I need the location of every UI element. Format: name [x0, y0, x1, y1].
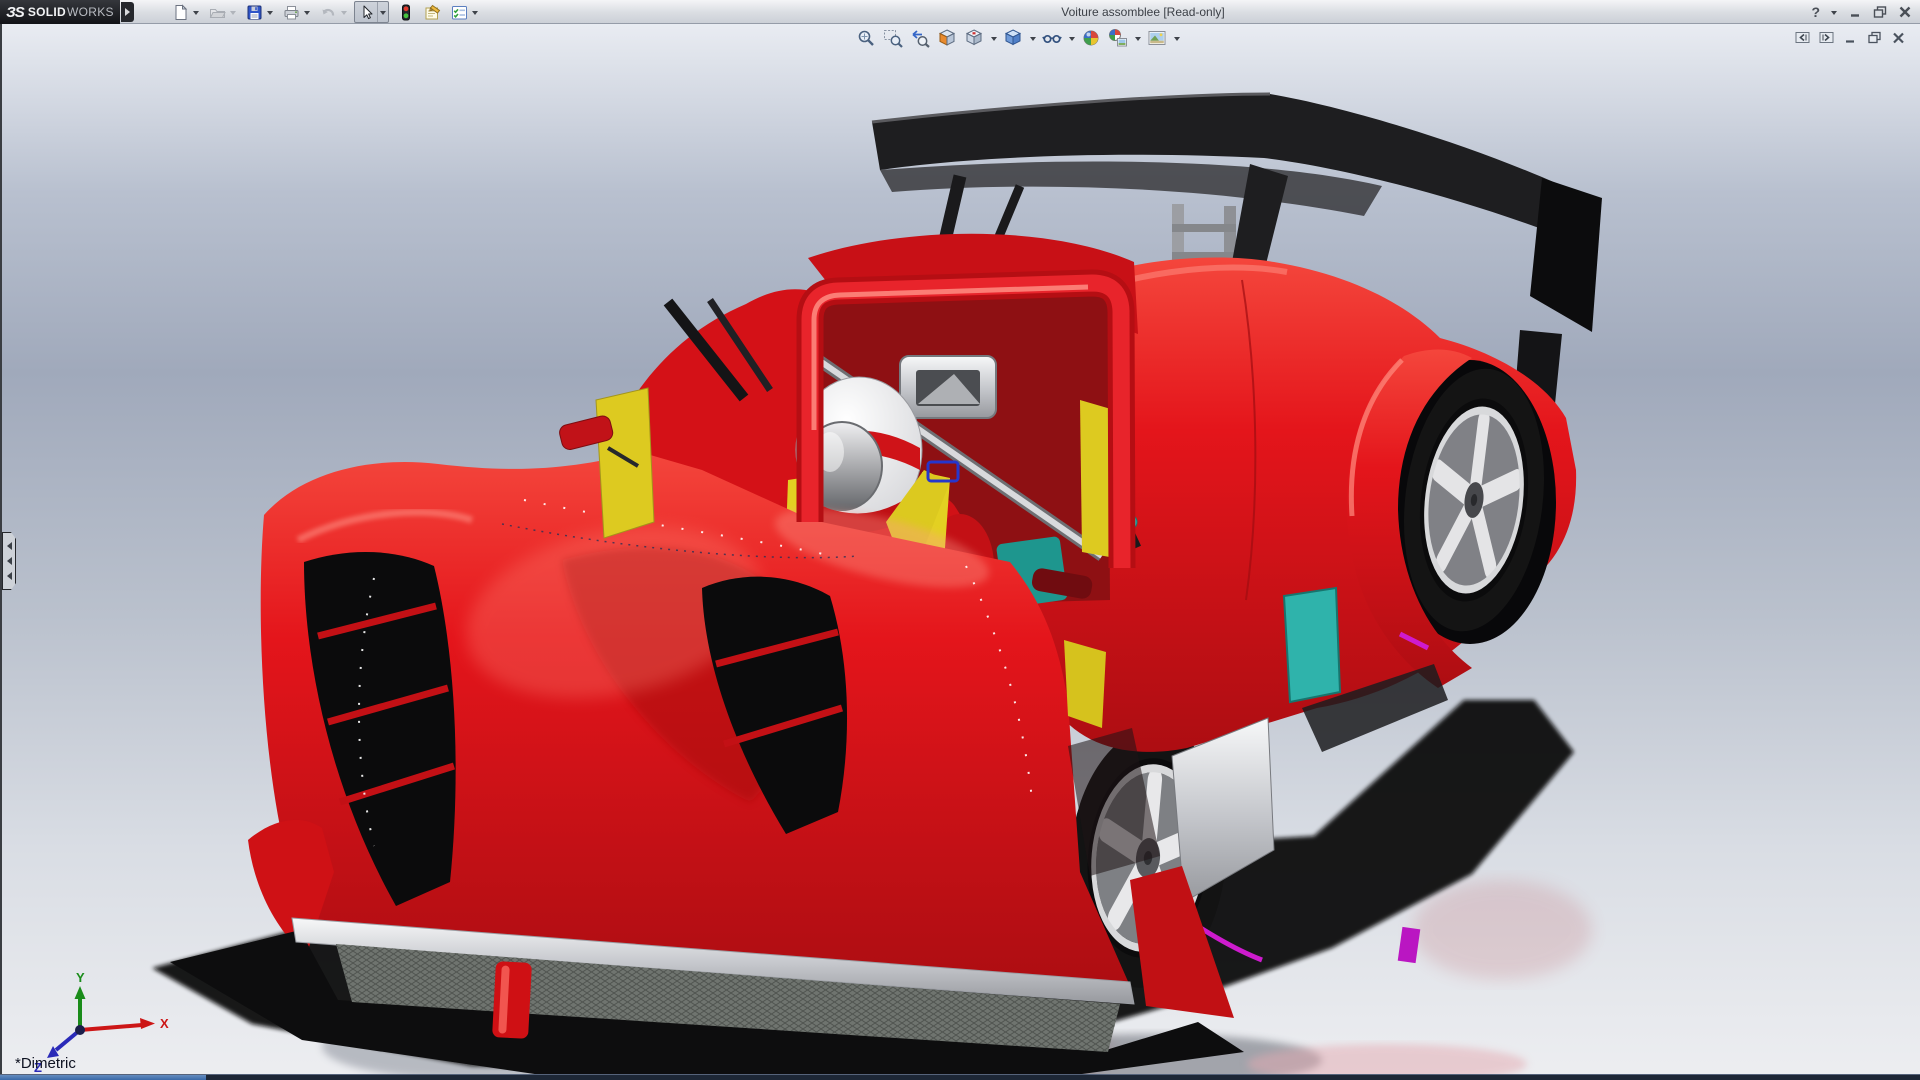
new-document-icon — [172, 4, 189, 21]
view-orientation-dropdown[interactable] — [989, 27, 998, 49]
yellow-panel-left — [596, 388, 654, 538]
intake-box — [900, 356, 996, 418]
apply-scene-dropdown[interactable] — [1133, 27, 1142, 49]
document-window-controls — [1794, 29, 1906, 45]
close-document-button[interactable] — [1890, 29, 1906, 45]
print-icon — [283, 4, 300, 21]
view-orientation-label: *Dimetric — [15, 1055, 76, 1072]
collapse-arrow-icon — [3, 557, 12, 565]
zoom-to-fit-button[interactable] — [854, 27, 878, 49]
restore-document-icon — [1867, 30, 1882, 45]
split-pane-left-icon — [1795, 30, 1810, 45]
minimize-document-button[interactable] — [1842, 29, 1858, 45]
restore-button[interactable] — [1873, 5, 1887, 19]
minimize-document-icon — [1843, 30, 1858, 45]
undo-icon — [320, 4, 337, 21]
previous-view-icon — [910, 28, 930, 48]
zoom-to-area-button[interactable] — [881, 27, 905, 49]
split-pane-left-button[interactable] — [1794, 29, 1810, 45]
display-style-icon — [1003, 28, 1023, 48]
options-icon — [451, 4, 468, 21]
help-dropdown[interactable] — [1831, 11, 1837, 18]
edit-appearance-button[interactable] — [1079, 27, 1103, 49]
previous-view-button[interactable] — [908, 27, 932, 49]
select-button[interactable] — [355, 2, 377, 22]
solidworks-logo-bold: SOLID — [28, 5, 66, 19]
save-icon — [246, 4, 263, 21]
solidworks-logo: ЗS SOLID WORKS — [0, 0, 120, 24]
zoom-to-fit-icon — [856, 28, 876, 48]
restore-document-button[interactable] — [1866, 29, 1882, 45]
window-title: Voiture assomblee [Read-only] — [1061, 5, 1224, 19]
print-button[interactable] — [280, 2, 302, 22]
save-button[interactable] — [243, 2, 265, 22]
open-dropdown[interactable] — [228, 2, 238, 22]
flyout-arrow-icon — [125, 8, 134, 16]
hide-show-items-dropdown[interactable] — [1067, 27, 1076, 49]
save-dropdown[interactable] — [265, 2, 275, 22]
titlebar: ЗS SOLID WORKS — [0, 0, 1920, 24]
split-pane-right-button[interactable] — [1818, 29, 1834, 45]
display-style-dropdown[interactable] — [1028, 27, 1037, 49]
main-toolbar — [169, 1, 485, 23]
undo-dropdown[interactable] — [339, 2, 349, 22]
zoom-to-area-icon — [883, 28, 903, 48]
new-document-button[interactable] — [169, 2, 191, 22]
close-document-icon — [1891, 30, 1906, 45]
select-cursor-icon — [358, 4, 375, 21]
file-properties-icon — [424, 4, 441, 21]
apply-scene-button[interactable] — [1106, 27, 1130, 49]
section-view-button[interactable] — [935, 27, 959, 49]
print-dropdown[interactable] — [302, 2, 312, 22]
solidworks-logo-mark: ЗS — [6, 4, 24, 21]
file-properties-button[interactable] — [421, 2, 443, 22]
rebuild-traffic-light-icon — [397, 4, 414, 21]
rebuild-button[interactable] — [394, 2, 416, 22]
hide-show-items-icon — [1042, 28, 1062, 48]
display-style-button[interactable] — [1001, 27, 1025, 49]
triad-y-label: Y — [76, 970, 85, 985]
options-dropdown[interactable] — [470, 2, 480, 22]
triad-x-label: X — [160, 1016, 169, 1031]
collapse-arrow-icon — [3, 572, 12, 580]
select-dropdown[interactable] — [377, 2, 388, 22]
headsup-view-toolbar — [854, 27, 1181, 49]
view-settings-dropdown[interactable] — [1172, 27, 1181, 49]
help-button[interactable]: ? — [1811, 2, 1820, 22]
view-orientation-button[interactable] — [962, 27, 986, 49]
undo-button[interactable] — [317, 2, 339, 22]
minimize-button[interactable] — [1848, 5, 1862, 19]
solidworks-logo-light: WORKS — [67, 5, 114, 19]
view-settings-icon — [1147, 28, 1167, 48]
open-folder-icon — [209, 4, 226, 21]
taskbar-sliver — [0, 1074, 1920, 1080]
options-button[interactable] — [448, 2, 470, 22]
feature-manager-collapsed-tab[interactable] — [2, 532, 16, 590]
new-document-dropdown[interactable] — [191, 2, 201, 22]
hide-show-items-button[interactable] — [1040, 27, 1064, 49]
view-orientation-icon — [964, 28, 984, 48]
close-button[interactable] — [1898, 5, 1912, 19]
section-view-icon — [937, 28, 957, 48]
side-window-teal — [1284, 588, 1340, 702]
view-settings-button[interactable] — [1145, 27, 1169, 49]
window-controls: ? — [1811, 2, 1912, 22]
edit-appearance-icon — [1081, 28, 1101, 48]
viewport-canvas[interactable]: Y X Z — [2, 24, 1920, 1080]
graphics-viewport[interactable]: Y X Z — [0, 24, 1920, 1080]
split-pane-right-icon — [1819, 30, 1834, 45]
open-button[interactable] — [206, 2, 228, 22]
collapse-arrow-icon — [3, 542, 12, 550]
menu-flyout-arrow[interactable] — [121, 2, 134, 22]
apply-scene-icon — [1108, 28, 1128, 48]
